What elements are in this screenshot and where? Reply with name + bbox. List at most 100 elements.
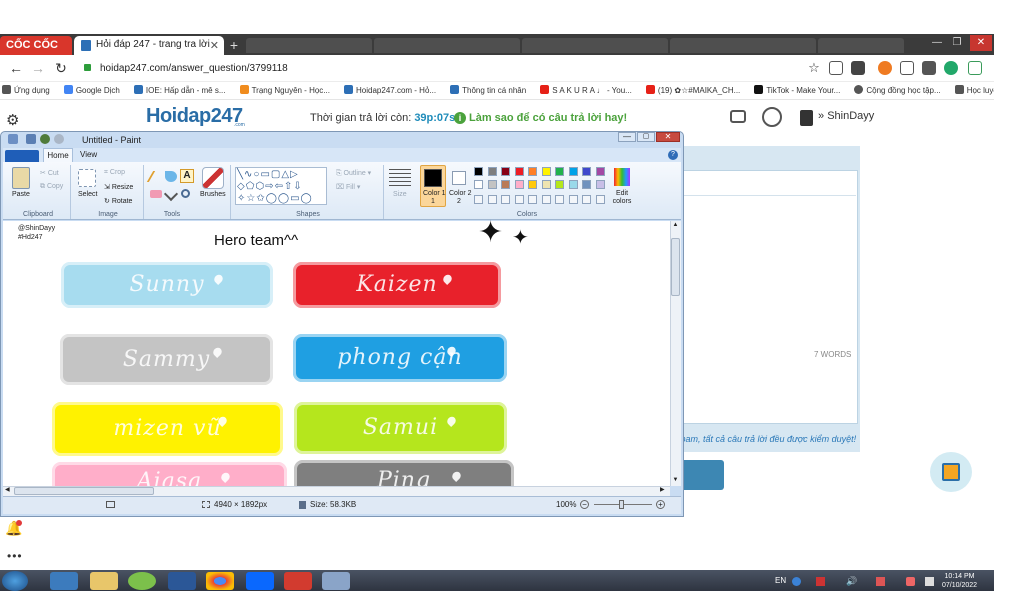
paint-canvas[interactable] (3, 221, 670, 486)
restore-icon[interactable]: ❐ (948, 36, 966, 50)
download-icon[interactable] (851, 61, 865, 75)
paint-taskbar-icon[interactable] (322, 572, 350, 590)
chrome-icon[interactable] (206, 572, 234, 590)
custom-color-slot[interactable] (582, 195, 591, 204)
palette-swatch[interactable] (595, 167, 605, 176)
zoom-out-icon[interactable]: − (580, 500, 589, 509)
text-tool-icon[interactable]: A (180, 169, 194, 183)
security-app-icon[interactable] (284, 572, 312, 590)
fill-bucket-icon[interactable] (165, 171, 177, 182)
palette-swatch[interactable] (501, 167, 510, 176)
bookmark-item[interactable]: IOE: Hấp dẫn - mê s... (132, 82, 226, 99)
back-icon[interactable]: ← (8, 60, 24, 76)
taskbar-clock[interactable]: 10:14 PM 07/10/2022 (942, 572, 977, 590)
zoom-slider-thumb[interactable] (619, 500, 624, 509)
edit-colors-icon[interactable] (614, 168, 630, 186)
palette-swatch[interactable] (474, 180, 483, 189)
background-tab[interactable] (670, 38, 816, 53)
custom-color-slot[interactable] (474, 195, 483, 204)
background-tab[interactable] (818, 38, 904, 53)
custom-color-slot[interactable] (568, 195, 578, 204)
good-answer-tip-link[interactable]: i Làm sao để có câu trả lời hay! (454, 112, 627, 124)
bookmark-item[interactable]: Cộng đồng học tập... (852, 82, 941, 99)
scroll-up-icon[interactable]: ▲ (671, 222, 680, 228)
save-icon[interactable] (26, 134, 36, 144)
horizontal-scroll-thumb[interactable] (14, 487, 154, 495)
crop-button[interactable]: ⌗ Crop (104, 169, 125, 177)
help-tray-icon[interactable] (792, 577, 801, 586)
custom-color-slot[interactable] (541, 195, 551, 204)
tray-icon[interactable] (906, 577, 915, 586)
close-icon[interactable]: ✕ (656, 132, 680, 142)
fill-button[interactable]: ⌧ Fill ▾ (336, 183, 360, 191)
scroll-left-icon[interactable]: ◀ (5, 486, 10, 493)
eraser-icon[interactable] (150, 190, 162, 198)
vertical-scroll-thumb[interactable] (671, 238, 680, 296)
tab-active[interactable]: Hỏi đáp 247 - trang tra lời ✕ (74, 36, 224, 55)
zalo-icon[interactable] (246, 572, 274, 590)
reload-icon[interactable]: ↻ (53, 60, 69, 76)
bookmark-item[interactable]: Học luyện tiếng Việt... (953, 82, 994, 99)
select-icon[interactable] (78, 169, 96, 187)
site-logo[interactable]: Hoidap247 (146, 105, 243, 128)
answer-editor[interactable] (670, 170, 858, 424)
palette-swatch[interactable] (474, 167, 483, 176)
palette-swatch[interactable] (582, 180, 591, 189)
background-tab[interactable] (246, 38, 372, 53)
palette-swatch[interactable] (528, 180, 537, 189)
cut-button[interactable]: ✂ Cut (40, 169, 59, 177)
help-icon[interactable]: ? (668, 150, 678, 160)
edit-colors-button[interactable]: Edit colors (611, 190, 633, 206)
coccoc-logo[interactable]: CỐC CỐC (0, 36, 72, 55)
bookmark-item[interactable]: Trạng Nguyên - Học... (238, 82, 330, 99)
tray-icon[interactable] (816, 577, 825, 586)
tray-icon[interactable] (876, 577, 885, 586)
background-tab[interactable] (522, 38, 668, 53)
close-window-icon[interactable]: ✕ (970, 35, 992, 51)
start-button[interactable] (2, 571, 28, 591)
palette-swatch[interactable] (595, 180, 605, 189)
bookmark-item[interactable]: Hoidap247.com - Hỏ... (342, 82, 436, 99)
brushes-button[interactable]: Brushes (200, 191, 226, 198)
tab-home[interactable]: Home (43, 148, 73, 163)
palette-swatch[interactable] (501, 180, 510, 189)
palette-swatch[interactable] (514, 180, 524, 189)
size-icon[interactable] (389, 169, 411, 187)
shield-icon[interactable] (829, 61, 843, 75)
custom-color-slot[interactable] (555, 195, 564, 204)
close-tab-icon[interactable]: ✕ (210, 39, 219, 52)
extension-icon[interactable] (922, 61, 936, 75)
address-bar[interactable]: hoidap247.com/answer_question/3799118 (80, 59, 800, 78)
bookmark-item[interactable]: Thông tin cá nhân (448, 82, 526, 99)
bookmark-item[interactable]: (19) ✿☆#MAIKA_CH... (644, 82, 740, 99)
more-icon[interactable]: ••• (7, 549, 23, 563)
minimize-icon[interactable]: — (928, 36, 946, 50)
tab-view[interactable]: View (80, 150, 97, 159)
username-menu[interactable]: » ShinDayy (818, 110, 874, 122)
custom-color-slot[interactable] (514, 195, 524, 204)
star-icon[interactable]: ☆ (806, 60, 822, 76)
background-tab[interactable] (374, 38, 520, 53)
palette-swatch[interactable] (555, 167, 564, 176)
new-tab-button[interactable]: + (226, 36, 242, 54)
palette-swatch[interactable] (487, 180, 497, 189)
palette-swatch[interactable] (555, 180, 564, 189)
rotate-button[interactable]: ↻ Rotate (104, 197, 132, 205)
palette-swatch[interactable] (568, 180, 578, 189)
palette-swatch[interactable] (541, 167, 551, 176)
palette-swatch[interactable] (528, 167, 537, 176)
color2-swatch[interactable] (452, 171, 466, 185)
copy-button[interactable]: ⧉ Copy (40, 183, 63, 191)
downloads-icon[interactable] (968, 61, 982, 75)
custom-color-slot[interactable] (528, 195, 537, 204)
palette-swatch[interactable] (582, 167, 591, 176)
gear-icon[interactable]: ⚙ (6, 111, 19, 129)
coccoc-extension-icon[interactable] (878, 61, 892, 75)
minimize-icon[interactable]: — (618, 132, 636, 142)
coccoc-taskbar-icon[interactable] (128, 572, 156, 590)
bookmark-item[interactable]: Ứng dụng (0, 82, 50, 99)
scroll-down-icon[interactable]: ▼ (671, 477, 680, 483)
size-button[interactable]: Size (393, 191, 407, 198)
notification-bell-icon[interactable] (762, 107, 782, 127)
shapes-gallery[interactable]: ╲∿○▭▢△▷ ◇⬠⬡⇨⇦⇧⇩ ✧☆✩◯◯▭◯ (235, 167, 327, 205)
